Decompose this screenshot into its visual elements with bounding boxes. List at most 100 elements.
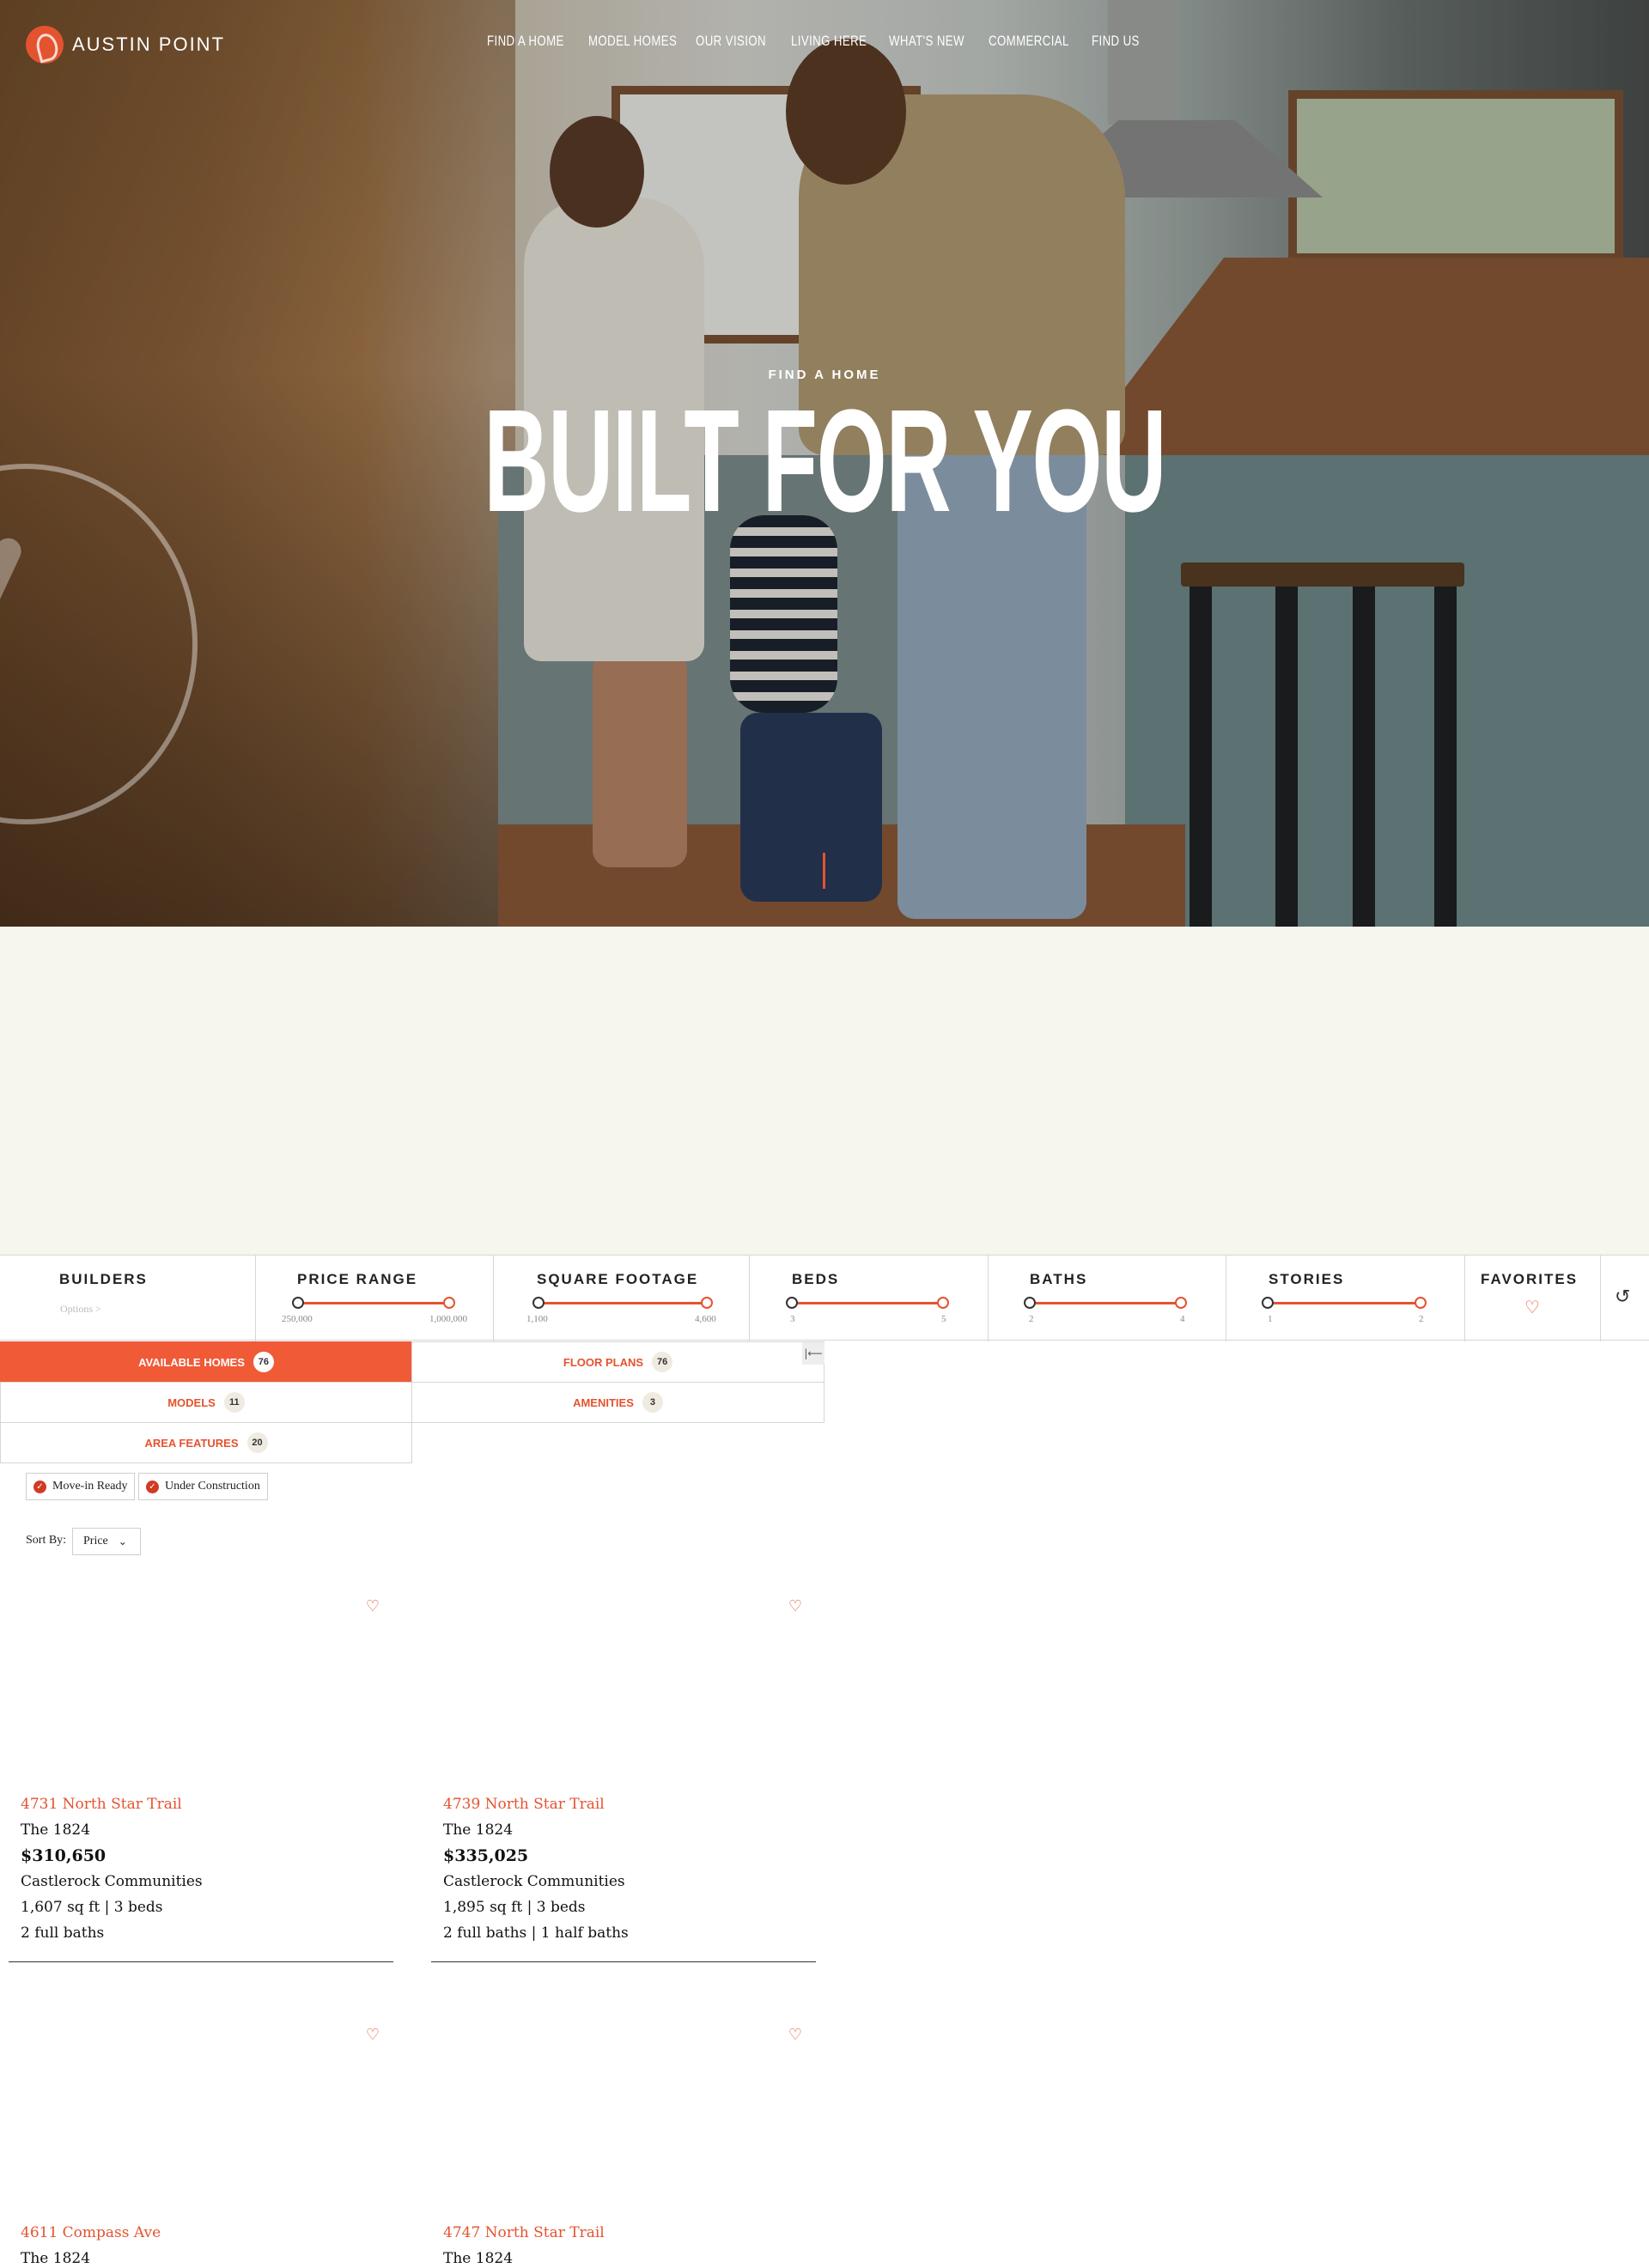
tab-models[interactable]: MODELS 11 [0, 1382, 412, 1423]
sqft-range-slider[interactable] [532, 1297, 713, 1309]
tab-floor-plans[interactable]: FLOOR PLANS 76 [411, 1341, 824, 1383]
filter-stories: STORIES 1 2 [1226, 1256, 1465, 1341]
filter-price-label: PRICE RANGE [297, 1271, 418, 1287]
stories-range-slider[interactable] [1262, 1297, 1427, 1309]
slider-min-handle[interactable] [292, 1297, 304, 1309]
favorite-heart-icon[interactable]: ♡ [366, 2026, 380, 2044]
beds-min-value: 3 [790, 1314, 795, 1324]
tab-label: MODELS [167, 1395, 216, 1409]
chip-label: Move-in Ready [52, 1480, 128, 1493]
chip-move-in-ready[interactable]: ✓ Move-in Ready [26, 1473, 136, 1500]
check-icon: ✓ [33, 1480, 46, 1493]
logo-text: AUSTIN POINT [72, 33, 226, 55]
check-icon: ✓ [146, 1480, 159, 1493]
tab-amenities[interactable]: AMENITIES 3 [411, 1382, 824, 1423]
tab-count-badge: 11 [223, 1392, 245, 1413]
reset-icon[interactable]: ↺ [1615, 1286, 1630, 1308]
tab-available-homes[interactable]: AVAILABLE HOMES 76 [0, 1341, 412, 1383]
slider-max-handle[interactable] [443, 1297, 455, 1309]
home-baths: 2 full baths [21, 1924, 105, 1942]
slider-min-handle[interactable] [1024, 1297, 1036, 1309]
chip-label: Under Construction [165, 1480, 260, 1493]
favorite-heart-icon[interactable]: ♡ [366, 1597, 380, 1615]
favorite-heart-icon[interactable]: ♡ [788, 2026, 802, 2044]
home-address[interactable]: 4611 Compass Ave [21, 2220, 161, 2246]
card-divider [431, 1961, 816, 1962]
beds-max-value: 5 [941, 1314, 946, 1324]
tab-label: AREA FEATURES [144, 1436, 239, 1450]
heart-icon[interactable]: ♡ [1524, 1297, 1540, 1317]
home-price: $310,650 [21, 1846, 106, 1865]
price-max-value: 1,000,000 [429, 1314, 467, 1324]
logo[interactable]: AUSTIN POINT [26, 26, 225, 64]
filter-baths-label: BATHS [1030, 1271, 1088, 1287]
home-info: 4611 Compass Ave The 1824 [21, 2220, 161, 2268]
home-address[interactable]: 4731 North Star Trail [21, 1791, 203, 1817]
slider-max-handle[interactable] [1175, 1297, 1187, 1309]
nav-living-here[interactable]: LIVING HERE [791, 33, 867, 50]
baths-min-value: 2 [1029, 1314, 1034, 1324]
home-price: $335,025 [443, 1846, 529, 1865]
slider-min-handle[interactable] [1262, 1297, 1274, 1309]
sort-select[interactable]: Price ⌄ [72, 1528, 141, 1555]
slider-track [1267, 1302, 1421, 1304]
sort-label: Sort By: [26, 1534, 67, 1547]
slider-max-handle[interactable] [937, 1297, 949, 1309]
sort-value: Price [83, 1535, 108, 1547]
home-address[interactable]: 4739 North Star Trail [443, 1791, 629, 1817]
chip-under-construction[interactable]: ✓ Under Construction [138, 1473, 268, 1500]
filter-favorites[interactable]: FAVORITES ♡ [1465, 1256, 1601, 1341]
card-divider [9, 1961, 393, 1962]
slider-track [1029, 1302, 1182, 1304]
home-photo[interactable] [9, 2014, 393, 2211]
hero-title: BUILT FOR YOU [0, 388, 1649, 534]
slider-max-handle[interactable] [701, 1297, 713, 1309]
slider-track [538, 1302, 708, 1304]
sqft-min-value: 1,100 [526, 1314, 548, 1324]
hero-section: AUSTIN POINT FIND A HOME MODEL HOMES OUR… [0, 0, 1649, 927]
stories-min-value: 1 [1268, 1314, 1273, 1324]
home-photo[interactable] [431, 1585, 816, 1783]
home-builder: Castlerock Communities [443, 1873, 625, 1890]
home-info: 4747 North Star Trail The 1824 [443, 2220, 605, 2268]
filter-baths: BATHS 2 4 [989, 1256, 1226, 1341]
slider-min-handle[interactable] [532, 1297, 545, 1309]
logo-mark-icon [26, 26, 64, 64]
slider-min-handle[interactable] [786, 1297, 798, 1309]
home-plan: The 1824 [443, 2250, 514, 2267]
collapse-panel-icon[interactable]: |⟵ [802, 1342, 824, 1365]
stories-max-value: 2 [1419, 1314, 1424, 1324]
tab-count-badge: 76 [253, 1352, 274, 1372]
tab-count-badge: 3 [642, 1392, 663, 1413]
filter-builders-options[interactable]: Options > [60, 1303, 101, 1316]
chevron-down-icon: ⌄ [118, 1535, 127, 1547]
home-address[interactable]: 4747 North Star Trail [443, 2220, 605, 2246]
home-plan: The 1824 [443, 1821, 514, 1839]
beds-range-slider[interactable] [786, 1297, 949, 1309]
slider-max-handle[interactable] [1415, 1297, 1427, 1309]
nav-find-a-home[interactable]: FIND A HOME [487, 33, 566, 50]
nav-our-vision[interactable]: OUR VISION [696, 33, 770, 50]
home-baths: 2 full baths | 1 half baths [443, 1924, 629, 1942]
tab-count-badge: 20 [246, 1432, 268, 1453]
home-size: 1,895 sq ft | 3 beds [443, 1899, 586, 1916]
nav-model-homes[interactable]: MODEL HOMES [588, 33, 677, 50]
filter-builders[interactable]: BUILDERS Options > [0, 1256, 256, 1341]
baths-range-slider[interactable] [1024, 1297, 1187, 1309]
nav-commercial[interactable]: COMMERCIAL [989, 33, 1069, 50]
filter-stories-label: STORIES [1269, 1271, 1345, 1287]
home-photo[interactable] [431, 2014, 816, 2211]
nav-links: FIND A HOME MODEL HOMES OUR VISION LIVIN… [487, 33, 1160, 50]
price-range-slider[interactable] [292, 1297, 455, 1309]
nav-find-us[interactable]: FIND US [1092, 33, 1145, 50]
filter-builders-label: BUILDERS [59, 1271, 148, 1287]
scroll-indicator[interactable] [823, 853, 825, 889]
home-photo[interactable] [9, 1585, 393, 1783]
favorite-heart-icon[interactable]: ♡ [788, 1597, 802, 1615]
filter-favorites-label: FAVORITES [1481, 1271, 1579, 1287]
home-plan: The 1824 [21, 2250, 91, 2267]
nav-whats-new[interactable]: WHAT'S NEW [889, 33, 966, 50]
sqft-max-value: 4,600 [695, 1314, 716, 1324]
price-min-value: 250,000 [282, 1314, 313, 1324]
tab-area-features[interactable]: AREA FEATURES 20 [0, 1422, 412, 1463]
